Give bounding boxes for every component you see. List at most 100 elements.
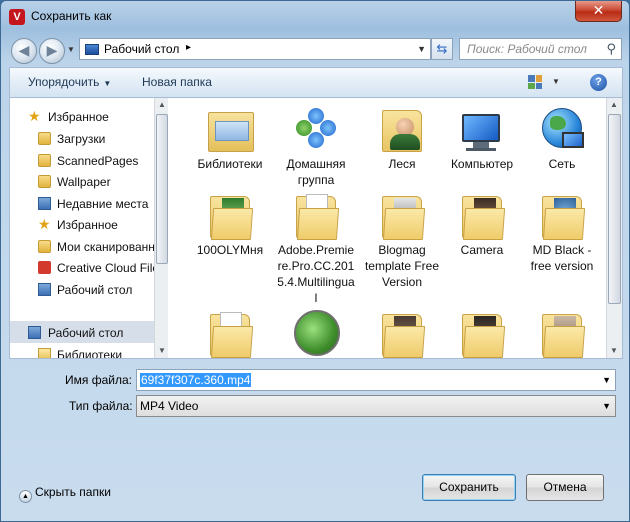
file-scroll-thumb[interactable] [608, 114, 621, 304]
file-item-computer[interactable]: Компьютер [442, 106, 522, 172]
filetype-label: Тип файла: [69, 399, 133, 413]
nav-scrollbar[interactable]: ▲ ▼ [154, 98, 168, 358]
arrow-right-icon: ▶ [46, 42, 58, 58]
app-logo-icon: V [9, 9, 25, 25]
change-view-icon[interactable] [528, 75, 542, 89]
filetype-value: MP4 Video [140, 399, 199, 413]
file-list-scrollbar[interactable]: ▲ ▼ [606, 98, 622, 358]
cancel-button[interactable]: Отмена [526, 474, 604, 501]
folder-icon [458, 310, 506, 358]
nav-scroll-thumb[interactable] [156, 114, 168, 264]
save-button[interactable]: Сохранить [422, 474, 516, 501]
sidebar-item-recent-places[interactable]: Недавние места [10, 193, 160, 214]
file-item-folder[interactable] [442, 310, 522, 358]
folder-icon [378, 192, 426, 240]
new-folder-button[interactable]: Новая папка [142, 75, 212, 89]
hide-folders-button[interactable]: ▲ Скрыть папки [19, 485, 111, 503]
file-item-folder[interactable]: Blogmag template Free Version [362, 192, 442, 290]
scroll-up-icon[interactable]: ▲ [607, 98, 621, 112]
chevron-down-icon[interactable]: ▼ [417, 44, 426, 54]
back-button[interactable]: ◀ [11, 38, 37, 64]
chevron-up-icon: ▲ [19, 490, 32, 503]
sidebar-item-desktop-root[interactable]: Рабочий стол [10, 322, 160, 343]
breadcrumb-separator-icon[interactable]: ▸ [186, 42, 191, 53]
filename-field[interactable]: 69f37f307c.360.mp4 ▼ [136, 369, 616, 391]
sidebar-item-scannedpages[interactable]: ScannedPages [10, 150, 160, 171]
sidebar-item-my-scans[interactable]: Мои сканированны [10, 236, 160, 257]
search-icon[interactable]: ⚲ [606, 41, 616, 57]
recent-places-icon [38, 197, 51, 210]
network-icon [538, 106, 586, 154]
libraries-icon [206, 106, 254, 154]
refresh-button[interactable]: ⇆ [431, 38, 453, 60]
libraries-icon [38, 348, 51, 358]
file-item-folder[interactable] [190, 310, 270, 358]
star-icon: ★ [28, 108, 41, 124]
file-item-network[interactable]: Сеть [522, 106, 602, 172]
hide-folders-label: Скрыть папки [35, 485, 111, 499]
refresh-icon: ⇆ [436, 41, 448, 56]
folder-icon [292, 192, 340, 240]
address-path[interactable]: Рабочий стол [104, 42, 179, 56]
folder-icon [378, 310, 426, 358]
recent-pages-dropdown[interactable]: ▼ [67, 45, 75, 54]
file-item-user-folder[interactable]: Леся [362, 106, 442, 172]
chevron-down-icon: ▼ [103, 79, 112, 88]
folder-icon [38, 240, 51, 253]
chevron-down-icon[interactable]: ▼ [602, 375, 611, 385]
file-item-folder[interactable]: MD Black - free version [522, 192, 602, 274]
filename-label: Имя файла: [65, 373, 132, 387]
organize-button[interactable]: Упорядочить ▼ [28, 75, 111, 89]
sidebar-item-downloads[interactable]: Загрузки [10, 128, 160, 149]
address-bar[interactable]: Рабочий стол ▸ ▼ [79, 38, 431, 60]
desktop-icon [28, 326, 41, 339]
forward-button[interactable]: ▶ [39, 38, 65, 64]
title-bar: V Сохранить как ✕ [1, 1, 629, 31]
desktop-icon [38, 283, 51, 296]
file-item-homegroup[interactable]: Домашняя группа [276, 106, 356, 188]
file-item-folder[interactable]: Adobe.Premiere.Pro.CC.2015.4.Multilingua… [276, 192, 356, 306]
star-icon: ★ [38, 216, 51, 232]
folder-icon [38, 154, 51, 167]
help-button[interactable]: ? [590, 74, 607, 91]
file-list: Библиотеки Домашняя группа Леся Компьюте… [170, 98, 606, 358]
save-as-dialog: V Сохранить как ✕ ◀ ▶ ▼ Рабочий стол ▸ ▼… [0, 0, 630, 522]
command-toolbar: Упорядочить ▼ Новая папка ▼ ? [9, 67, 623, 97]
homegroup-icon [292, 106, 340, 154]
view-options-dropdown[interactable]: ▼ [552, 77, 560, 86]
file-item-folder[interactable] [362, 310, 442, 358]
folder-icon [206, 310, 254, 358]
file-item-folder[interactable]: 100OLYMня [190, 192, 270, 258]
sidebar-item-favorites[interactable]: ★ Избранное [10, 106, 160, 127]
sidebar-item-creative-cloud[interactable]: Creative Cloud File [10, 257, 160, 278]
folder-icon [538, 310, 586, 358]
file-item-app[interactable] [276, 310, 356, 358]
scroll-up-icon[interactable]: ▲ [155, 98, 168, 112]
folder-icon [38, 175, 51, 188]
file-item-folder[interactable]: Camera [442, 192, 522, 258]
chevron-down-icon[interactable]: ▼ [602, 401, 611, 411]
folder-icon [538, 192, 586, 240]
torrent-app-icon [292, 310, 340, 358]
folder-icon [206, 192, 254, 240]
sidebar-item-desktop[interactable]: Рабочий стол [10, 279, 160, 300]
creative-cloud-icon [38, 261, 51, 274]
computer-icon [458, 106, 506, 154]
folder-icon [458, 192, 506, 240]
sidebar-item-favorites-2[interactable]: ★ Избранное [10, 214, 160, 235]
dialog-title: Сохранить как [31, 9, 112, 23]
search-input[interactable]: Поиск: Рабочий стол ⚲ [459, 38, 622, 60]
user-folder-icon [378, 106, 426, 154]
file-item-libraries[interactable]: Библиотеки [190, 106, 270, 172]
browser-pane: ★ Избранное Загрузки ScannedPages Wallpa… [9, 97, 623, 359]
filename-value[interactable]: 69f37f307c.360.mp4 [140, 373, 252, 387]
sidebar-item-wallpaper[interactable]: Wallpaper [10, 171, 160, 192]
sidebar-item-libraries[interactable]: Библиотеки [10, 344, 160, 358]
file-item-folder[interactable] [522, 310, 602, 358]
organize-label: Упорядочить [28, 75, 100, 89]
search-placeholder: Поиск: Рабочий стол [467, 42, 587, 56]
close-button[interactable]: ✕ [575, 1, 622, 22]
scroll-down-icon[interactable]: ▼ [607, 344, 621, 358]
scroll-down-icon[interactable]: ▼ [155, 344, 168, 358]
filetype-select[interactable]: MP4 Video ▼ [136, 395, 616, 417]
